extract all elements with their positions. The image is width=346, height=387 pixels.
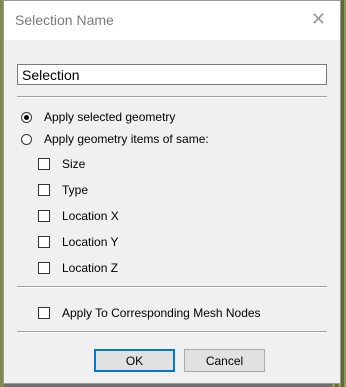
checkbox-label: Size	[62, 157, 86, 171]
checkbox[interactable]	[38, 158, 50, 170]
separator	[17, 286, 327, 288]
checkbox-label: Apply To Corresponding Mesh Nodes	[62, 306, 261, 320]
separator	[17, 96, 327, 98]
checkbox-location-y[interactable]: Location Y	[38, 235, 119, 249]
cancel-button[interactable]: Cancel	[184, 349, 265, 372]
checkbox-size[interactable]: Size	[38, 157, 85, 171]
selection-name-input[interactable]	[17, 64, 327, 85]
ok-button[interactable]: OK	[94, 349, 175, 372]
close-icon[interactable]: ✕	[311, 10, 326, 28]
separator	[17, 331, 327, 333]
radio-button-checked[interactable]	[21, 111, 32, 123]
checkbox[interactable]	[38, 210, 50, 222]
radio-label: Apply geometry items of same:	[44, 132, 209, 146]
checkbox[interactable]	[38, 184, 50, 196]
checkbox-label: Type	[62, 183, 89, 197]
radio-label: Apply selected geometry	[44, 110, 176, 124]
checkbox[interactable]	[38, 262, 50, 274]
selection-name-dialog: Selection Name ✕ Apply selected geometry…	[3, 0, 341, 384]
radio-apply-geometry-items-of-same[interactable]: Apply geometry items of same:	[21, 132, 209, 146]
checkbox-location-z[interactable]: Location Z	[38, 261, 118, 275]
radio-apply-selected-geometry[interactable]: Apply selected geometry	[21, 110, 175, 124]
checkbox-label: Location Y	[62, 235, 119, 249]
dialog-title: Selection Name	[15, 12, 114, 28]
checkbox-location-x[interactable]: Location X	[38, 209, 119, 223]
checkbox[interactable]	[38, 236, 50, 248]
checkbox[interactable]	[38, 307, 50, 319]
checkbox-type[interactable]: Type	[38, 183, 88, 197]
checkbox-label: Location Z	[62, 261, 119, 275]
checkbox-label: Location X	[62, 209, 119, 223]
title-bar[interactable]: Selection Name ✕	[4, 1, 340, 40]
radio-button[interactable]	[21, 133, 32, 145]
checkbox-apply-to-mesh-nodes[interactable]: Apply To Corresponding Mesh Nodes	[38, 306, 261, 320]
